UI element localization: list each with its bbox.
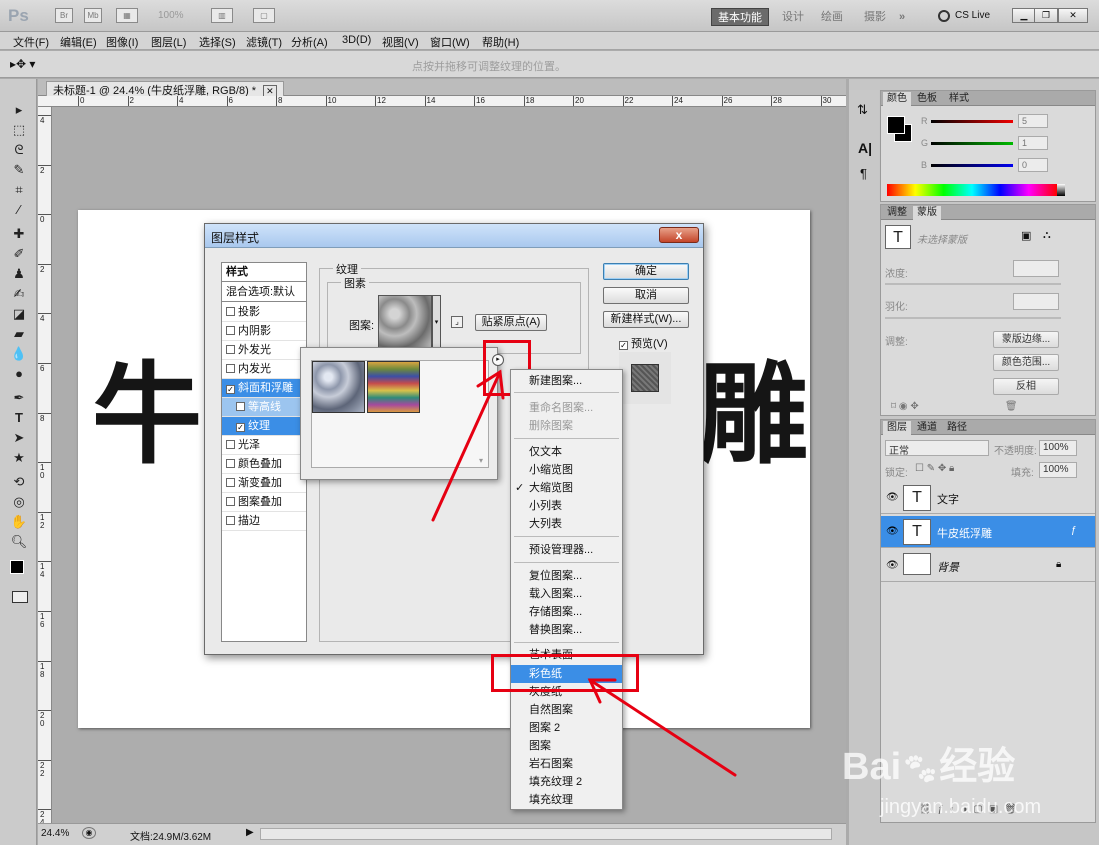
- baidu-watermark-url: jingyan.baidu.com: [880, 796, 1042, 818]
- annotation-arrows: [431, 369, 737, 777]
- annotation-arrow-upper: [431, 370, 502, 522]
- fg-color-chip[interactable]: [887, 116, 905, 134]
- annotation-arrow-lower: [588, 678, 737, 777]
- watermark-cn-text: 经验: [939, 746, 1016, 788]
- watermark-brand-text: Bai: [842, 746, 902, 788]
- baidu-watermark-brand: Bai🐾︎经验: [842, 735, 1015, 790]
- paw-icon: 🐾︎: [901, 753, 940, 786]
